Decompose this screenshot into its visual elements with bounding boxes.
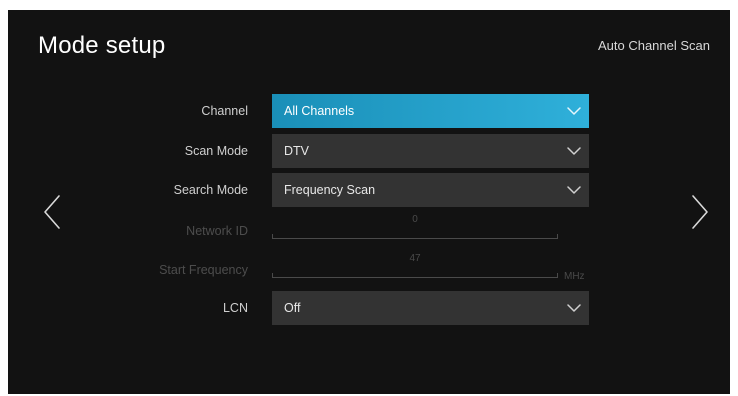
lcn-row: LCN Off xyxy=(8,291,730,325)
network-id-value: 0 xyxy=(412,214,418,225)
network-id-track xyxy=(272,234,558,239)
scan-mode-row: Scan Mode DTV xyxy=(8,134,730,168)
scan-mode-value: DTV xyxy=(284,144,309,158)
search-mode-value: Frequency Scan xyxy=(284,183,376,197)
channel-value: All Channels xyxy=(284,104,355,118)
lcn-label: LCN xyxy=(222,301,248,315)
search-mode-label: Search Mode xyxy=(173,183,248,197)
chevron-down-icon xyxy=(567,185,581,195)
lcn-value: Off xyxy=(284,301,301,315)
network-id-label: Network ID xyxy=(186,224,248,238)
start-frequency-row: Start Frequency 47 MHz xyxy=(8,253,730,287)
channel-dropdown[interactable]: All Channels xyxy=(272,94,589,128)
lcn-dropdown[interactable]: Off xyxy=(272,291,589,325)
start-frequency-value: 47 xyxy=(409,253,421,264)
chevron-down-icon xyxy=(567,146,581,156)
network-id-field: 0 xyxy=(272,214,558,248)
search-mode-dropdown[interactable]: Frequency Scan xyxy=(272,173,589,207)
page-title: Mode setup xyxy=(38,32,166,59)
screen-subtitle: Auto Channel Scan xyxy=(597,38,710,53)
scan-mode-dropdown[interactable]: DTV xyxy=(272,134,589,168)
search-mode-row: Search Mode Frequency Scan xyxy=(8,173,730,207)
chevron-down-icon xyxy=(567,303,581,313)
start-frequency-unit: MHz xyxy=(564,271,585,282)
scan-mode-label: Scan Mode xyxy=(184,144,248,158)
start-frequency-track xyxy=(272,273,558,278)
chevron-down-icon xyxy=(567,106,581,116)
start-frequency-label: Start Frequency xyxy=(159,263,248,277)
channel-row: Channel All Channels xyxy=(8,94,730,128)
tv-screen: Mode setup Auto Channel Scan Channel All… xyxy=(8,10,730,394)
start-frequency-field: 47 MHz xyxy=(272,253,585,287)
channel-label: Channel xyxy=(201,104,248,118)
network-id-row: Network ID 0 xyxy=(8,214,730,248)
